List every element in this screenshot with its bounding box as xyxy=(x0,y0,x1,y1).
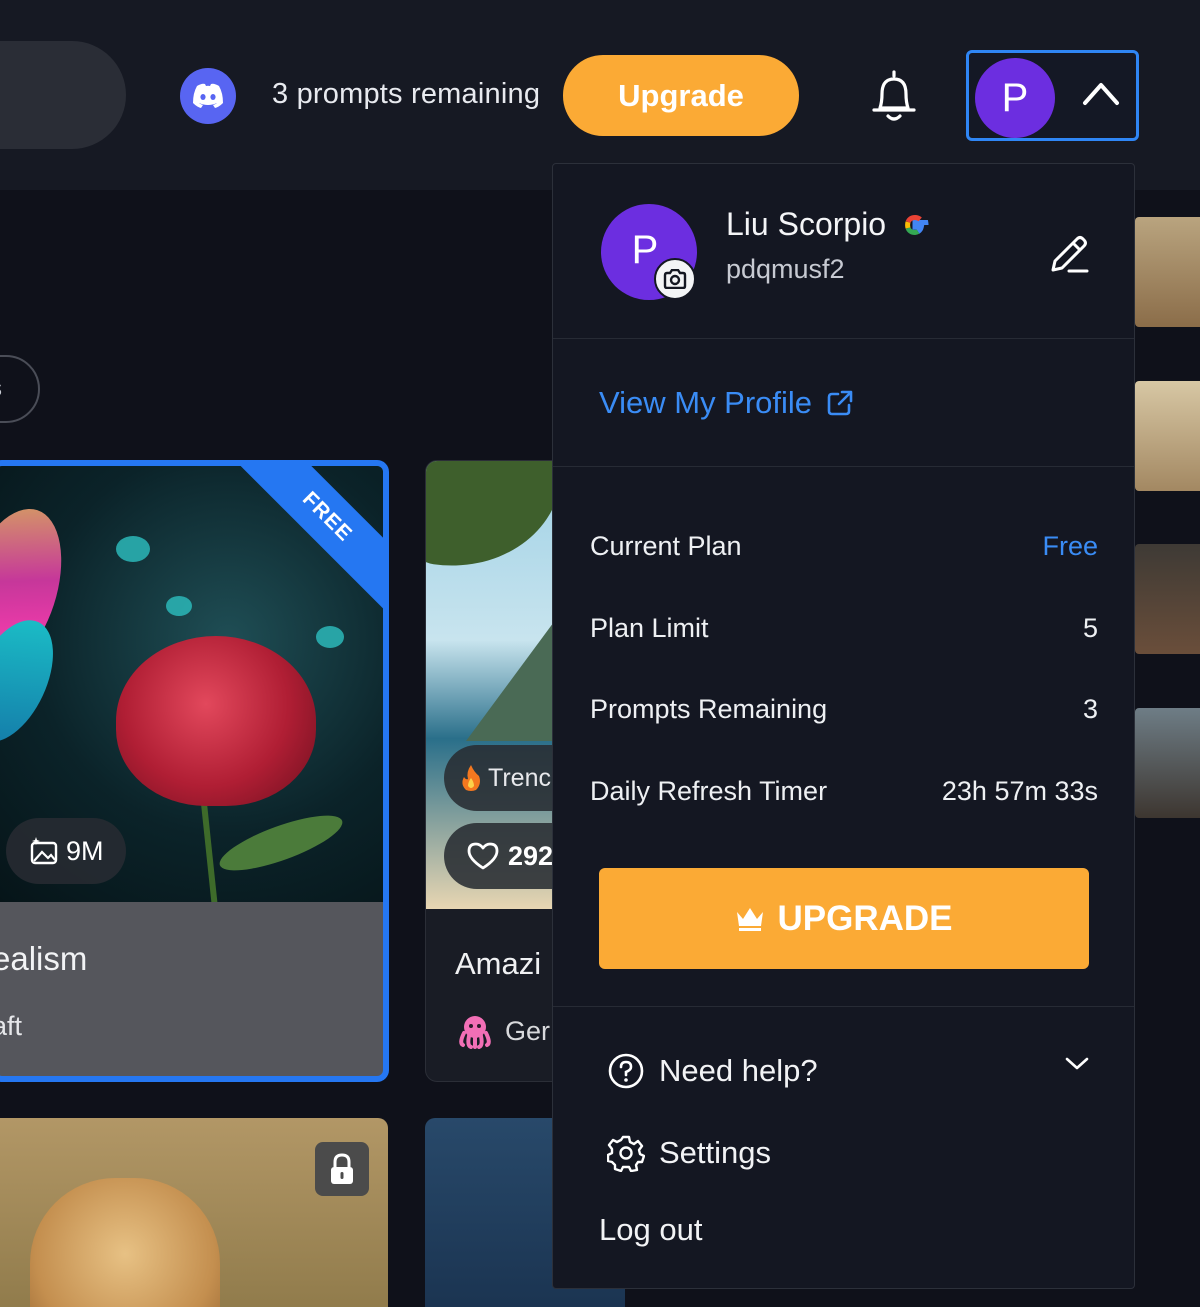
gallery-thumbnail[interactable] xyxy=(1135,217,1200,327)
user-section: P Liu Scorpio pdqmusf2 xyxy=(553,164,1134,339)
profile-menu-toggle[interactable]: P xyxy=(966,50,1139,141)
notifications-button[interactable] xyxy=(866,66,922,126)
profile-dropdown: P Liu Scorpio pdqmusf2 View My Profile C… xyxy=(552,163,1135,1289)
logout-menu-item[interactable]: Log out xyxy=(599,1212,702,1248)
current-plan-label: Current Plan xyxy=(590,531,742,561)
edit-profile-button[interactable] xyxy=(1045,230,1093,278)
user-name-text: Liu Scorpio xyxy=(726,206,887,242)
card-title: Amazi xyxy=(455,946,542,981)
plan-limit-row: Plan Limit 5 xyxy=(590,613,1098,644)
card-image xyxy=(30,1178,220,1307)
image-sparkle-icon xyxy=(30,837,58,865)
question-circle-icon xyxy=(608,1053,644,1089)
current-plan-value: Free xyxy=(1042,531,1098,561)
generations-value: 9M xyxy=(66,835,104,866)
user-handle: pdqmusf2 xyxy=(726,254,845,284)
prompts-remaining-row: Prompts Remaining 3 xyxy=(590,694,1098,725)
prompt-card[interactable] xyxy=(0,1118,388,1307)
lock-icon xyxy=(331,1153,353,1184)
fire-icon xyxy=(462,765,480,791)
chevron-down-icon[interactable] xyxy=(1064,1054,1090,1072)
help-label: Need help? xyxy=(659,1053,818,1088)
lock-button[interactable] xyxy=(315,1142,369,1196)
change-photo-button[interactable] xyxy=(654,258,696,300)
user-name: Liu Scorpio xyxy=(726,206,930,243)
octopus-icon xyxy=(459,1016,491,1049)
card-title: ealism xyxy=(0,940,88,977)
card-subtitle: aft xyxy=(0,1011,23,1041)
discord-icon xyxy=(193,83,223,108)
card-image: FREE 9M xyxy=(0,466,383,902)
trending-label: Trenc xyxy=(488,763,551,792)
gallery-thumbnail[interactable] xyxy=(1135,381,1200,491)
external-link-icon xyxy=(827,390,853,416)
search-bar[interactable] xyxy=(0,41,126,149)
view-profile-label: View My Profile xyxy=(599,385,813,420)
upgrade-plan-button[interactable]: UPGRADE xyxy=(599,868,1089,969)
logout-label: Log out xyxy=(599,1212,703,1247)
help-menu-item[interactable]: Need help? xyxy=(607,1052,818,1090)
prompts-remaining-label: Prompts Remaining xyxy=(590,694,828,724)
current-plan-row: Current Plan Free xyxy=(590,531,1098,562)
camera-icon xyxy=(663,269,687,289)
upgrade-button[interactable]: Upgrade xyxy=(563,55,799,136)
free-badge: FREE xyxy=(224,466,383,620)
heart-icon xyxy=(467,842,499,870)
pencil-icon xyxy=(1051,236,1089,273)
refresh-timer-row: Daily Refresh Timer 23h 57m 33s xyxy=(590,776,1098,807)
card-subtitle-text: Ger xyxy=(505,1015,551,1046)
likes-value: 292 xyxy=(508,840,554,871)
gallery-thumbnail[interactable] xyxy=(1135,544,1200,654)
card-subtitle: Ger xyxy=(455,1013,550,1049)
plan-limit-value: 5 xyxy=(1082,613,1098,643)
avatar: P xyxy=(975,58,1055,138)
view-profile-link[interactable]: View My Profile xyxy=(599,385,854,421)
gallery-thumbnail[interactable] xyxy=(1135,708,1200,818)
prompt-card[interactable]: FREE 9M ealism aft xyxy=(0,460,389,1082)
discord-button[interactable] xyxy=(180,68,236,124)
prompts-remaining-value: 3 xyxy=(1082,694,1098,724)
plan-limit-label: Plan Limit xyxy=(590,613,709,643)
crown-icon xyxy=(737,907,764,931)
settings-menu-item[interactable]: Settings xyxy=(607,1134,771,1172)
generations-count: 9M xyxy=(6,818,126,884)
refresh-timer-label: Daily Refresh Timer xyxy=(590,776,828,806)
settings-label: Settings xyxy=(659,1135,772,1170)
prompts-remaining-text: 3 prompts remaining xyxy=(272,78,541,110)
top-bar: 3 prompts remaining Upgrade P xyxy=(0,0,1200,190)
chevron-up-icon xyxy=(1083,83,1119,105)
category-chip[interactable]: s xyxy=(0,355,40,423)
refresh-timer-value: 23h 57m 33s xyxy=(941,776,1098,806)
upgrade-plan-label: UPGRADE xyxy=(777,898,953,938)
bell-icon xyxy=(872,70,916,121)
profile-link-section: View My Profile xyxy=(553,339,1134,467)
gear-icon xyxy=(607,1135,645,1172)
google-icon xyxy=(905,214,929,235)
